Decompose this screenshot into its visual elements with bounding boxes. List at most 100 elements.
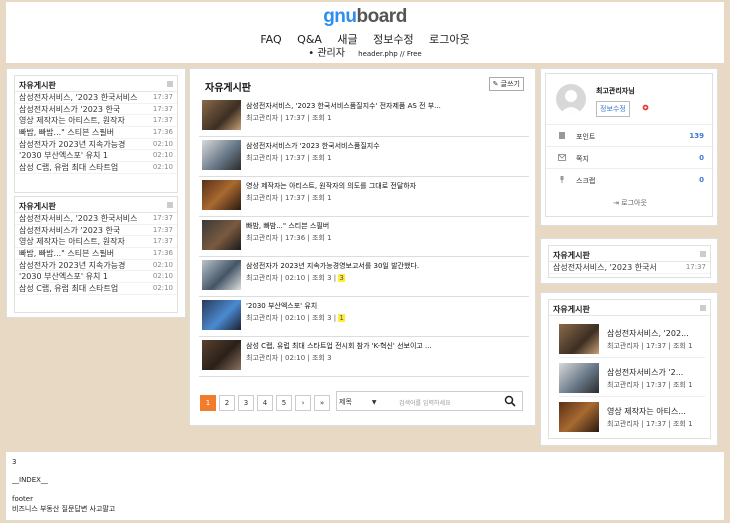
nav-qna[interactable]: Q&A bbox=[297, 33, 322, 46]
post-row[interactable]: 삼성전자가 2023년 지속가능경영보고서를 30일 발간했다. 최고관리자 |… bbox=[199, 257, 529, 297]
search-icon[interactable] bbox=[504, 395, 516, 407]
post-row[interactable]: 삼성전자서비스가 '2023 한국서비스품질지수 최고관리자 | 17:37 |… bbox=[199, 137, 529, 177]
gallery-meta: 최고관리자 | 17:37 | 조회 1 bbox=[607, 342, 693, 350]
site-logo[interactable]: gnuboard bbox=[6, 6, 724, 28]
post-thumbnail[interactable] bbox=[202, 220, 241, 250]
page-1-button[interactable]: 1 bbox=[200, 395, 216, 411]
gallery-thumbnail[interactable] bbox=[559, 324, 599, 354]
nav-admin[interactable]: 관리자 bbox=[317, 48, 345, 59]
page-2-button[interactable]: 2 bbox=[219, 395, 235, 411]
nav-faq[interactable]: FAQ bbox=[260, 33, 281, 46]
comment-count-badge: 3 bbox=[338, 274, 345, 282]
gallery-item[interactable]: 삼성전자서비스, '202... 최고관리자 | 17:37 | 조회 1 bbox=[559, 324, 705, 358]
page-4-button[interactable]: 4 bbox=[257, 395, 273, 411]
post-thumbnail[interactable] bbox=[202, 260, 241, 290]
logout-icon: ⇥ bbox=[613, 199, 622, 207]
post-meta: 최고관리자 | 17:37 | 조회 1 bbox=[246, 194, 332, 202]
more-icon[interactable] bbox=[167, 202, 173, 208]
board-title[interactable]: 자유게시판 bbox=[553, 251, 590, 260]
database-icon bbox=[559, 132, 565, 139]
list-item[interactable]: 빠밤, 빠밤..." 스티븐 스필버 17:36 bbox=[15, 127, 177, 139]
nav-logout[interactable]: 로그아웃 bbox=[429, 33, 469, 46]
footer-links[interactable]: 비즈니스 부동산 질문답변 사고팔고 bbox=[12, 504, 115, 514]
write-button[interactable]: ✎ 글쓰기 bbox=[488, 77, 524, 91]
profile-messages-row[interactable]: 쪽지 0 bbox=[546, 146, 714, 168]
list-item[interactable]: '2030 부산엑스포' 유치 1 02:10 bbox=[15, 150, 177, 163]
post-thumbnail[interactable] bbox=[202, 100, 241, 130]
right-board-box-2: 자유게시판 삼성전자서비스, '202... 최고관리자 | 17:37 | 조… bbox=[548, 299, 711, 439]
post-title[interactable]: 빠밤, 빠밤..." 스티븐 스필버 bbox=[246, 221, 516, 231]
left-board-box-1: 자유게시판 삼성전자서비스, '2023 한국서비스 17:37 삼성전자서비스가… bbox=[14, 75, 178, 193]
list-item[interactable]: 삼성전자서비스, '2023 한국서비스 17:37 bbox=[15, 213, 177, 225]
list-item[interactable]: 영상 제작자는 아티스트, 원작자 17:37 bbox=[15, 236, 177, 249]
next-page-button[interactable]: › bbox=[295, 395, 311, 411]
gear-icon[interactable] bbox=[641, 103, 650, 112]
edit-profile-button[interactable]: 정보수정 bbox=[596, 101, 630, 117]
nav-edit-profile[interactable]: 정보수정 bbox=[373, 33, 413, 46]
list-item[interactable]: 영상 제작자는 아티스트, 원작자 17:37 bbox=[15, 115, 177, 128]
page-3-button[interactable]: 3 bbox=[238, 395, 254, 411]
post-title[interactable]: 삼성전자서비스, '2023 한국서비스품질지수' 전자제품 AS 전 부... bbox=[246, 101, 516, 111]
chevron-down-icon: ▼ bbox=[371, 399, 377, 406]
board-title[interactable]: 자유게시판 bbox=[19, 81, 56, 90]
search-input[interactable]: 검색어를 입력하세요 bbox=[399, 398, 451, 407]
more-icon[interactable] bbox=[700, 305, 706, 311]
post-title[interactable]: 영상 제작자는 아티스트, 원작자의 의도를 그대로 전달하자 bbox=[246, 181, 516, 191]
search-bar: 제목 ▼ 검색어를 입력하세요 bbox=[336, 391, 523, 411]
profile-scrap-row[interactable]: 스크랩 0 bbox=[546, 168, 714, 190]
gallery-title[interactable]: 영상 제작자는 아티스... bbox=[607, 406, 686, 417]
more-icon[interactable] bbox=[700, 251, 706, 257]
list-item[interactable]: '2030 부산엑스포' 유치 1 02:10 bbox=[15, 271, 177, 284]
post-title[interactable]: 삼성 C랩, 유럽 최대 스타트업 전시회 참가 'K-혁신' 선보이고 ... bbox=[246, 341, 516, 351]
bullet-icon: • bbox=[308, 48, 315, 59]
list-item[interactable]: 삼성전자서비스, '2023 한국서비스 17:37 bbox=[15, 92, 177, 104]
page-5-button[interactable]: 5 bbox=[276, 395, 292, 411]
post-row[interactable]: '2030 부산엑스포' 유치 최고관리자 | 02:10 | 조회 3 | 1 bbox=[199, 297, 529, 337]
last-page-button[interactable]: » bbox=[314, 395, 330, 411]
post-title[interactable]: 삼성전자가 2023년 지속가능경영보고서를 30일 발간했다. bbox=[246, 261, 516, 271]
list-item[interactable]: 삼성전자서비스가 '2023 한국 17:37 bbox=[15, 225, 177, 237]
post-thumbnail[interactable] bbox=[202, 140, 241, 170]
list-item[interactable]: 삼성전자서비스, '2023 한국서 17:37 bbox=[549, 262, 710, 274]
post-meta: 최고관리자 | 02:10 | 조회 3 | 1 bbox=[246, 314, 345, 322]
post-meta: 최고관리자 | 02:10 | 조회 3 | 3 bbox=[246, 274, 345, 282]
pagination: 1 2 3 4 5 ›» bbox=[200, 395, 333, 414]
page-title: 자유게시판 bbox=[205, 83, 251, 94]
list-item[interactable]: 삼성 C랩, 유럽 최대 스타트업 02:10 bbox=[15, 162, 177, 174]
board-title[interactable]: 자유게시판 bbox=[19, 202, 56, 211]
post-row[interactable]: 빠밤, 빠밤..." 스티븐 스필버 최고관리자 | 17:36 | 조회 1 bbox=[199, 217, 529, 257]
board-title[interactable]: 자유게시판 bbox=[553, 305, 590, 314]
gallery-title[interactable]: 삼성전자서비스가 '2... bbox=[607, 367, 683, 378]
post-thumbnail[interactable] bbox=[202, 180, 241, 210]
search-field-select[interactable]: 제목 ▼ bbox=[339, 397, 377, 407]
profile-points-row[interactable]: 포인트 139 bbox=[546, 124, 714, 146]
gallery-item[interactable]: 영상 제작자는 아티스... 최고관리자 | 17:37 | 조회 1 bbox=[559, 402, 705, 436]
post-title[interactable]: 삼성전자서비스가 '2023 한국서비스품질지수 bbox=[246, 141, 516, 151]
gallery-thumbnail[interactable] bbox=[559, 363, 599, 393]
comment-count-badge: 1 bbox=[338, 314, 345, 322]
list-item[interactable]: 삼성 C랩, 유럽 최대 스타트업 02:10 bbox=[15, 283, 177, 295]
logout-link[interactable]: ⇥ 로그아웃 bbox=[546, 198, 714, 208]
gallery-thumbnail[interactable] bbox=[559, 402, 599, 432]
profile-name: 최고관리자님 bbox=[596, 87, 635, 95]
top-nav-secondary: • 관리자 header.php // Free bbox=[6, 47, 724, 61]
post-row[interactable]: 영상 제작자는 아티스트, 원작자의 의도를 그대로 전달하자 최고관리자 | … bbox=[199, 177, 529, 217]
more-icon[interactable] bbox=[167, 81, 173, 87]
post-row[interactable]: 삼성전자서비스, '2023 한국서비스품질지수' 전자제품 AS 전 부...… bbox=[199, 97, 529, 137]
post-thumbnail[interactable] bbox=[202, 300, 241, 330]
post-row[interactable]: 삼성 C랩, 유럽 최대 스타트업 전시회 참가 'K-혁신' 선보이고 ...… bbox=[199, 337, 529, 377]
list-item[interactable]: 삼성전자가 2023년 지속가능경 02:10 bbox=[15, 139, 177, 151]
list-item[interactable]: 삼성전자서비스가 '2023 한국 17:37 bbox=[15, 104, 177, 116]
nav-new-posts[interactable]: 새글 bbox=[337, 33, 357, 46]
post-thumbnail[interactable] bbox=[202, 340, 241, 370]
site-footer: 3 __INDEX__ footer 비즈니스 부동산 질문답변 사고팔고 bbox=[6, 452, 724, 520]
post-title[interactable]: '2030 부산엑스포' 유치 bbox=[246, 301, 516, 311]
post-meta: 최고관리자 | 17:36 | 조회 1 bbox=[246, 234, 332, 242]
list-item[interactable]: 삼성전자가 2023년 지속가능경 02:10 bbox=[15, 260, 177, 272]
pencil-icon: ✎ bbox=[492, 80, 499, 88]
gallery-title[interactable]: 삼성전자서비스, '202... bbox=[607, 328, 689, 339]
list-item[interactable]: 빠밤, 빠밤..." 스티븐 스필버 17:36 bbox=[15, 248, 177, 260]
gallery-item[interactable]: 삼성전자서비스가 '2... 최고관리자 | 17:37 | 조회 1 bbox=[559, 363, 705, 397]
gallery-meta: 최고관리자 | 17:37 | 조회 1 bbox=[607, 381, 693, 389]
avatar[interactable] bbox=[556, 84, 586, 114]
